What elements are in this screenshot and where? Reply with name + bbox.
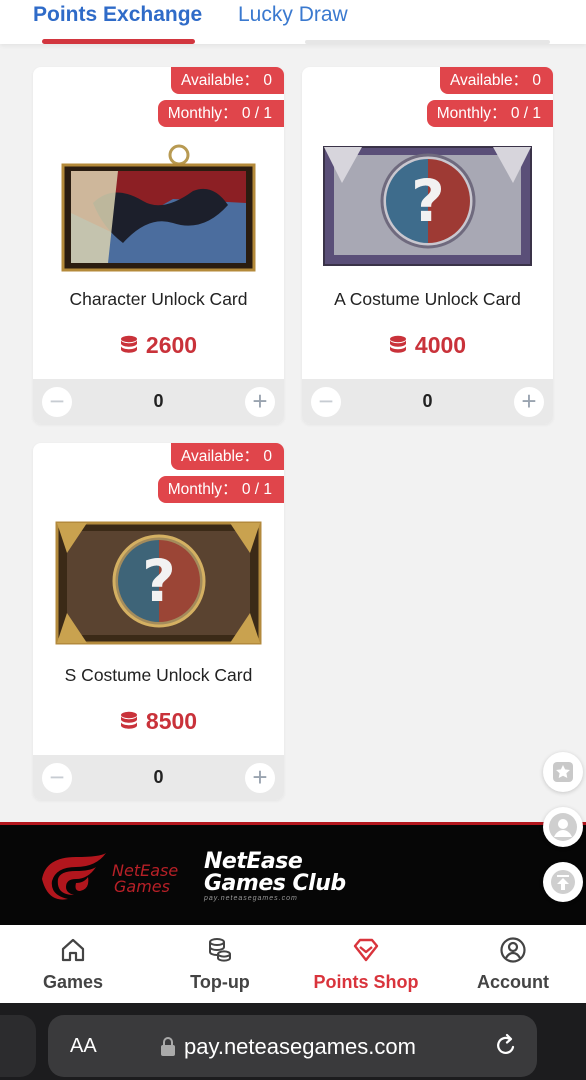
top-tab-bar: Points Exchange Lucky Draw (0, 0, 586, 44)
nav-points-shop[interactable]: Points Shop (293, 925, 439, 1003)
nav-top-up[interactable]: Top-up (147, 925, 293, 1003)
character-unlock-card-image (61, 144, 256, 272)
monthly-limit-badge: Monthly： 0 / 1 (157, 476, 284, 503)
product-price-value: 8500 (145, 708, 198, 734)
svg-text:?: ? (142, 547, 176, 615)
back-to-top-icon (551, 870, 575, 894)
increase-button[interactable]: + (245, 763, 275, 793)
product-price-value: 4000 (414, 332, 467, 358)
quantity-stepper: − 0 + (33, 755, 284, 800)
club-url: pay.neteasegames.com (204, 895, 298, 902)
netease-logo-line2: Games (114, 877, 170, 896)
address-bar[interactable]: AA pay.neteasegames.com (48, 1015, 537, 1077)
quantity-stepper: − 0 + (302, 379, 553, 424)
product-card-s-costume-unlock[interactable]: Available： 0 Monthly： 0 / 1 ? S Costume … (33, 443, 284, 800)
favorite-star-icon (553, 762, 573, 782)
text-size-button[interactable]: AA (70, 1035, 97, 1058)
nav-account[interactable]: Account (440, 925, 586, 1003)
points-coin-icon (389, 335, 406, 353)
monthly-limit-badge: Monthly： 0 / 1 (157, 100, 284, 127)
gem-icon (353, 938, 379, 962)
product-title: S Costume Unlock Card (64, 665, 253, 685)
netease-games-club-banner: NetEase Games NetEase Games Club pay.net… (0, 822, 586, 925)
points-coin-icon (120, 711, 137, 729)
quantity-stepper: − 0 + (33, 379, 284, 424)
s-costume-unlock-card-image: ? (55, 521, 262, 645)
favorite-button[interactable] (543, 752, 583, 792)
increase-button[interactable]: + (514, 387, 544, 417)
available-badge: Available： 0 (170, 443, 284, 470)
active-tab-indicator (42, 39, 195, 44)
tab-points-exchange[interactable]: Points Exchange (33, 2, 202, 28)
increase-button[interactable]: + (245, 387, 275, 417)
account-icon (500, 937, 526, 963)
tab-divider (305, 40, 550, 44)
netease-swirl-logo-icon (42, 853, 106, 900)
product-price: 8500 (33, 708, 284, 735)
user-avatar-icon (549, 813, 577, 841)
url-text: pay.neteasegames.com (184, 1034, 416, 1059)
product-price-value: 2600 (145, 332, 198, 358)
nav-games[interactable]: Games (0, 925, 146, 1003)
tab-lucky-draw[interactable]: Lucky Draw (238, 2, 348, 28)
bottom-navigation: Games Top-up Points Shop Account (0, 925, 586, 1003)
netease-games-logo-text: NetEase Games (112, 863, 178, 895)
product-title: Character Unlock Card (69, 289, 248, 309)
profile-button[interactable] (543, 807, 583, 847)
games-club-title: NetEase Games Club (204, 851, 346, 895)
reload-icon[interactable] (494, 1033, 518, 1059)
product-title: A Costume Unlock Card (334, 289, 521, 309)
product-price: 4000 (302, 332, 553, 359)
available-badge: Available： 0 (439, 67, 553, 94)
monthly-limit-badge: Monthly： 0 / 1 (426, 100, 553, 127)
product-card-a-costume-unlock[interactable]: Available： 0 Monthly： 0 / 1 ? A Costume … (302, 67, 553, 424)
back-to-top-button[interactable] (543, 862, 583, 902)
previous-tab-pill[interactable] (0, 1015, 36, 1077)
coins-icon (209, 938, 231, 962)
product-price: 2600 (33, 332, 284, 359)
home-icon (61, 938, 85, 962)
product-card-character-unlock[interactable]: Available： 0 Monthly： 0 / 1 Character Un… (33, 67, 284, 424)
nav-label: Account (477, 972, 549, 992)
club-title-line1: NetEase (204, 849, 303, 874)
nav-label: Points Shop (313, 972, 419, 992)
nav-label: Games (42, 972, 104, 992)
available-badge: Available： 0 (170, 67, 284, 94)
a-costume-unlock-card-image: ? (323, 146, 532, 266)
lock-icon (161, 1037, 175, 1056)
points-coin-icon (120, 335, 137, 353)
nav-label: Top-up (190, 972, 250, 992)
svg-text:?: ? (411, 167, 445, 235)
browser-toolbar: AA pay.neteasegames.com (0, 1003, 586, 1080)
club-title-line2: Games Club (204, 871, 346, 896)
